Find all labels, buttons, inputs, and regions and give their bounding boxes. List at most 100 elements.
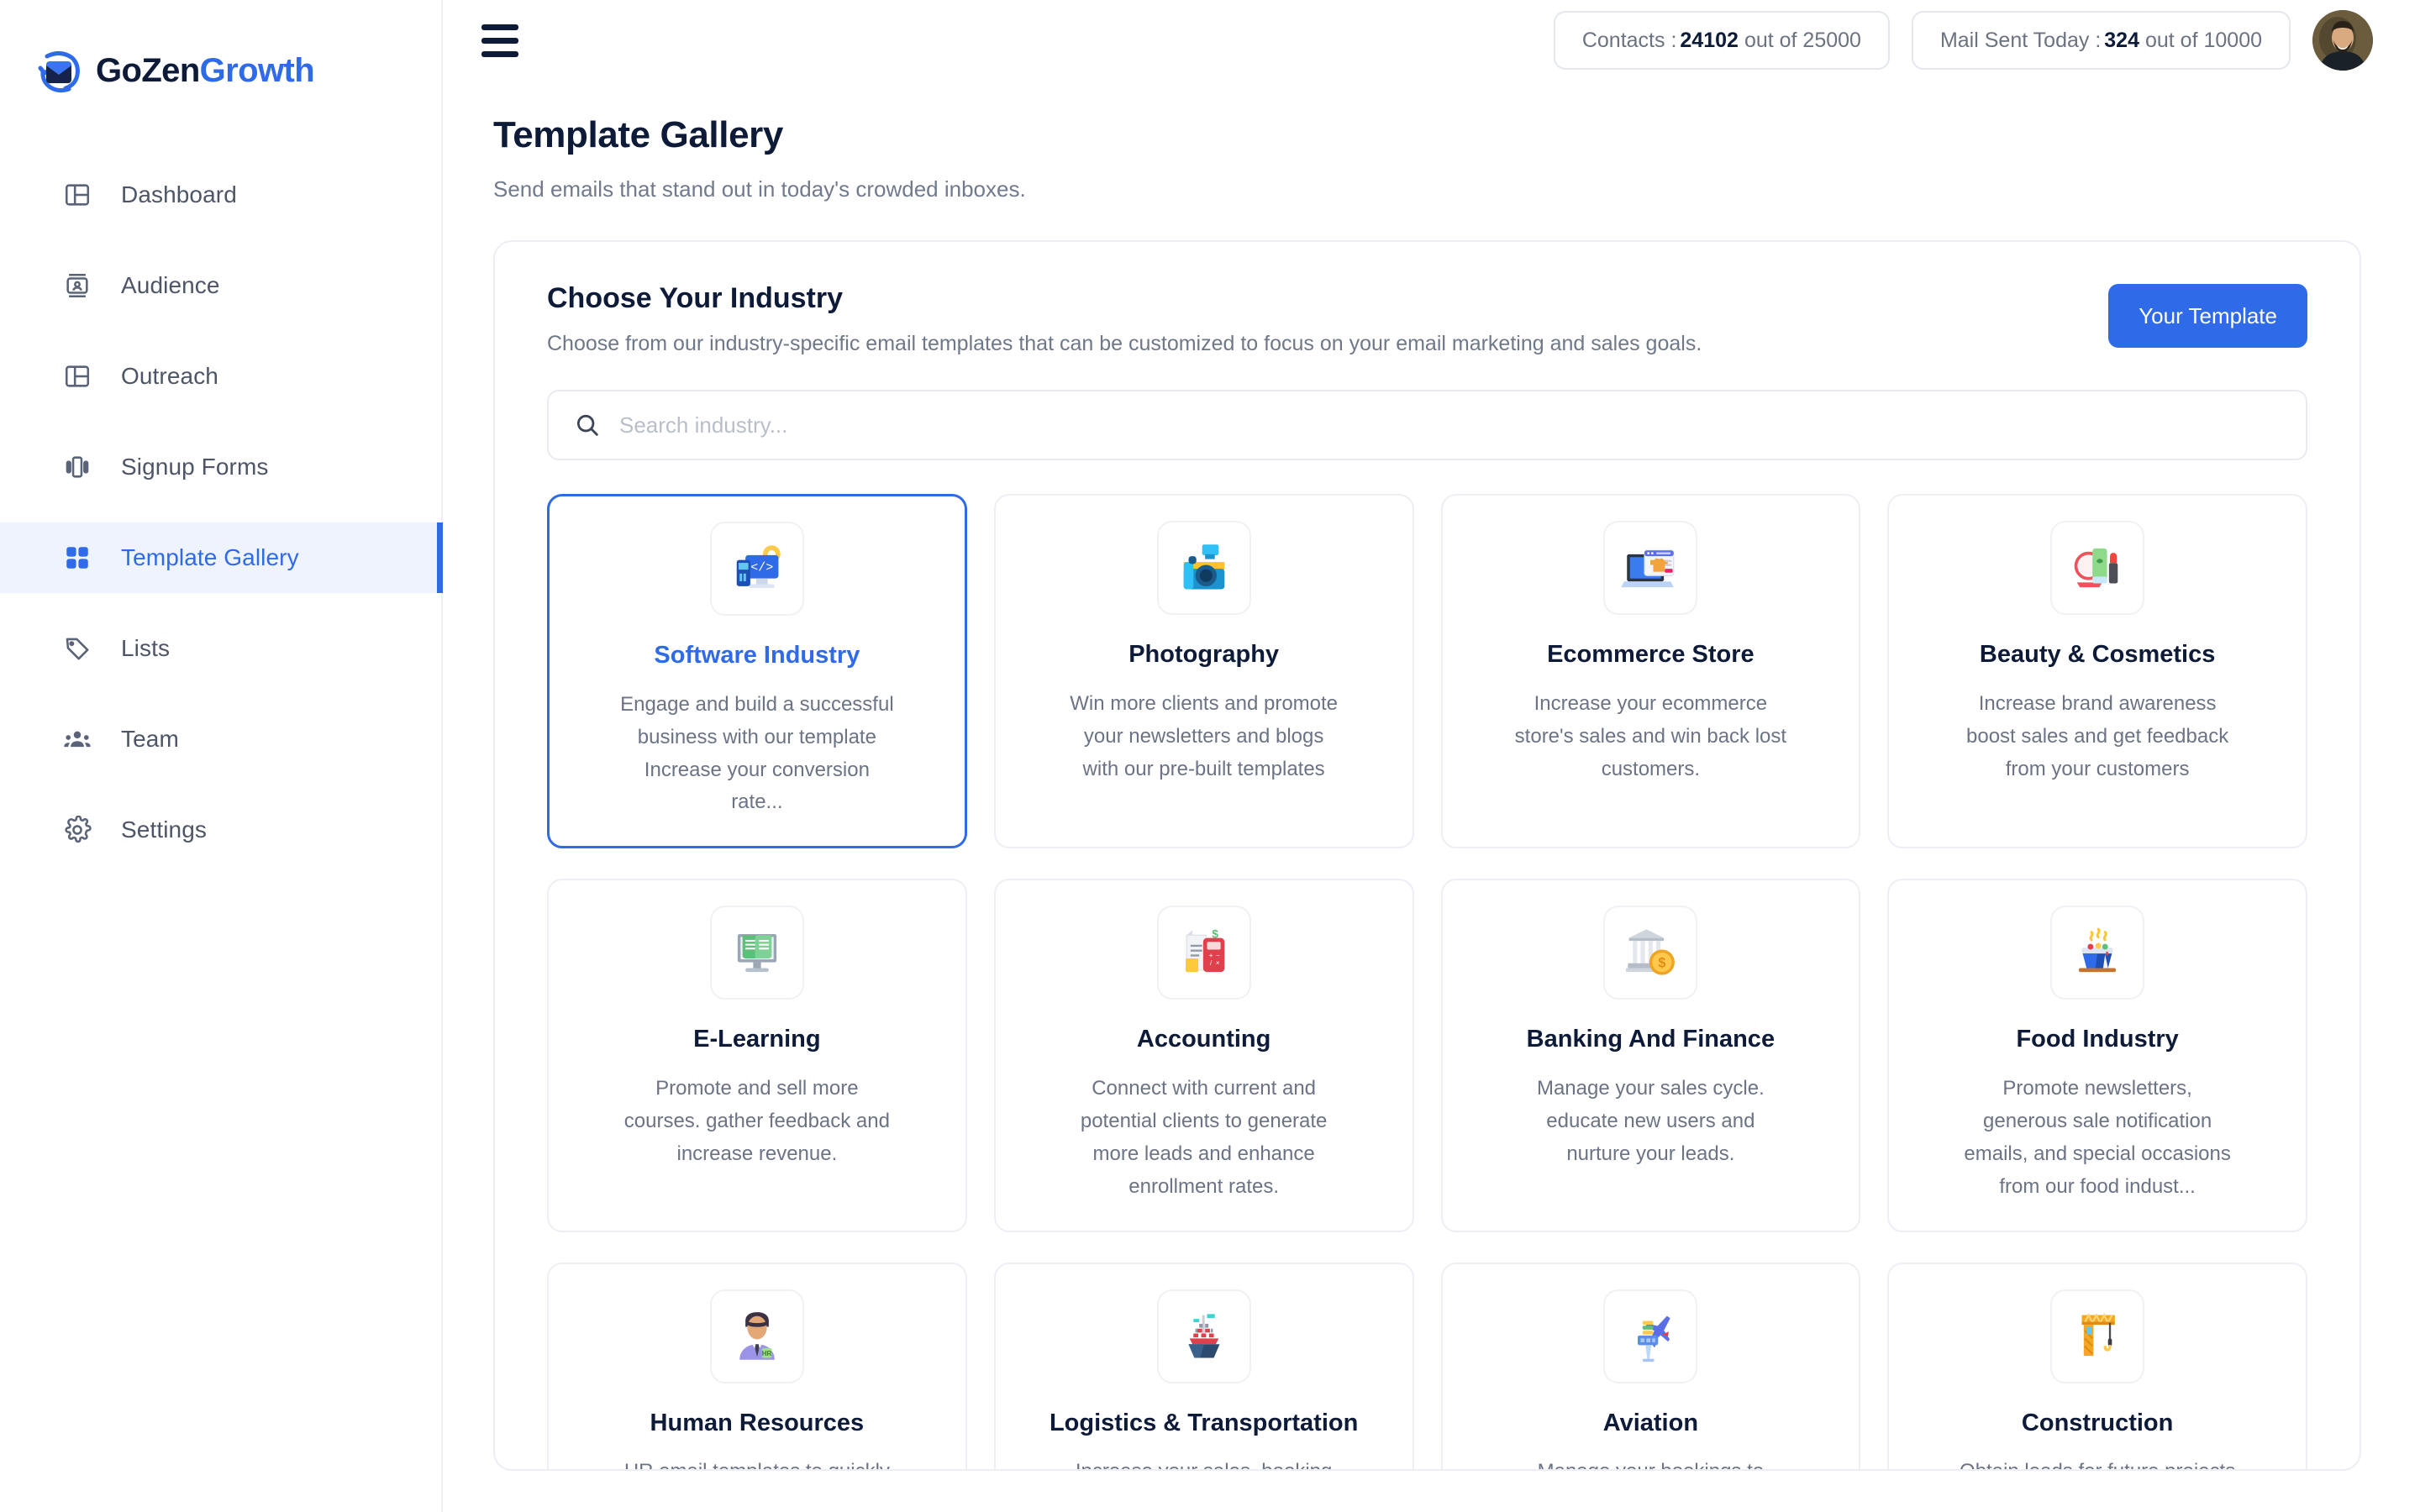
industry-card-description: Engage and build a successful business w… <box>618 689 896 820</box>
svg-text:×: × <box>1215 959 1219 967</box>
industry-card-title: Accounting <box>1137 1025 1271 1054</box>
contacts-stat-pill: Contacts : 24102 out of 25000 <box>1554 11 1890 70</box>
sidebar-item-audience[interactable]: Audience <box>0 250 441 321</box>
page-header: Template Gallery Send emails that stand … <box>443 81 2420 202</box>
your-template-button[interactable]: Your Template <box>2108 284 2307 348</box>
industry-card-human-resources[interactable]: HR Human Resources HR email templates to… <box>547 1263 967 1471</box>
brand-name-part2: Growth <box>200 52 314 89</box>
topbar-right-group: Contacts : 24102 out of 25000 Mail Sent … <box>1554 10 2373 71</box>
sidebar-item-label: Team <box>121 726 179 753</box>
sidebar-item-outreach[interactable]: Outreach <box>0 341 441 412</box>
sidebar: GoZenGrowth Dashboard <box>0 0 443 1512</box>
industry-card-title: E-Learning <box>693 1025 820 1054</box>
cargo-ship-icon <box>1157 1289 1251 1383</box>
top-bar: Contacts : 24102 out of 25000 Mail Sent … <box>443 0 2420 81</box>
sidebar-item-label: Signup Forms <box>121 454 269 480</box>
industry-panel: Choose Your Industry Choose from our ind… <box>493 240 2361 1471</box>
search-input[interactable] <box>619 412 2281 438</box>
industry-card-description: Increase your ecommerce store's sales an… <box>1512 688 1789 786</box>
mail-sent-value: 324 <box>2104 29 2139 53</box>
crane-icon <box>2050 1289 2144 1383</box>
industry-card-description: HR email templates to quickly move <box>618 1456 896 1471</box>
main-content: Contacts : 24102 out of 25000 Mail Sent … <box>443 0 2420 1512</box>
industry-card-description: Manage your bookings to increase <box>1512 1456 1789 1471</box>
brand-logo[interactable]: GoZenGrowth <box>0 0 441 101</box>
page-subtitle: Send emails that stand out in today's cr… <box>493 176 2420 202</box>
sidebar-item-label: Dashboard <box>121 181 237 208</box>
carousel-icon <box>60 450 94 484</box>
mail-sent-stat-pill: Mail Sent Today : 324 out of 10000 <box>1912 11 2291 70</box>
contacts-label: Contacts : <box>1582 29 1677 53</box>
sidebar-item-settings[interactable]: Settings <box>0 795 441 865</box>
sidebar-item-dashboard[interactable]: Dashboard <box>0 160 441 230</box>
layout-panel-icon <box>60 178 94 212</box>
industry-card-banking-and-finance[interactable]: $ Banking And Finance Manage your sales … <box>1441 879 1861 1231</box>
svg-text:$: $ <box>1659 956 1666 971</box>
sidebar-nav: Dashboard Audience <box>0 160 441 865</box>
grid-squares-icon <box>60 541 94 575</box>
app-root: GoZenGrowth Dashboard <box>0 0 2420 1512</box>
industry-card-photography[interactable]: Photography Win more clients and promote… <box>994 494 1414 848</box>
industry-card-description: Promote newsletters, generous sale notif… <box>1959 1073 2236 1204</box>
book-monitor-icon <box>710 906 804 1000</box>
sidebar-item-label: Lists <box>121 635 170 662</box>
tag-icon <box>60 632 94 665</box>
camera-icon <box>1157 521 1251 615</box>
hamburger-icon[interactable] <box>481 18 525 62</box>
industry-card-description: Promote and sell more courses. gather fe… <box>618 1073 896 1171</box>
user-avatar-image <box>2312 10 2373 71</box>
bank-coin-icon: $ <box>1603 906 1697 1000</box>
sidebar-item-team[interactable]: Team <box>0 704 441 774</box>
sidebar-item-label: Settings <box>121 816 207 843</box>
search-icon <box>574 412 601 438</box>
brand-name-part1: GoZen <box>96 52 200 89</box>
sidebar-item-template-gallery[interactable]: Template Gallery <box>0 522 441 593</box>
industry-grid: </> Software Industry Engage and build a… <box>547 494 2307 1471</box>
cooking-pot-icon <box>2050 906 2144 1000</box>
panel-title: Choose Your Industry <box>547 282 1702 315</box>
industry-card-description: Connect with current and potential clien… <box>1065 1073 1343 1204</box>
airplane-tower-icon <box>1603 1289 1697 1383</box>
sidebar-item-lists[interactable]: Lists <box>0 613 441 684</box>
svg-text:</>: </> <box>750 559 773 575</box>
industry-card-title: Aviation <box>1603 1409 1698 1438</box>
industry-card-e-learning[interactable]: E-Learning Promote and sell more courses… <box>547 879 967 1231</box>
mail-sent-label: Mail Sent Today : <box>1940 29 2101 53</box>
industry-card-beauty-cosmetics[interactable]: Beauty & Cosmetics Increase brand awaren… <box>1887 494 2307 848</box>
contact-card-icon <box>60 269 94 302</box>
industry-card-ecommerce-store[interactable]: Ecommerce Store Increase your ecommerce … <box>1441 494 1861 848</box>
envelope-refresh-icon <box>35 46 84 95</box>
avatar[interactable] <box>2312 10 2373 71</box>
industry-card-food-industry[interactable]: Food Industry Promote newsletters, gener… <box>1887 879 2307 1231</box>
cosmetics-icon <box>2050 521 2144 615</box>
sidebar-item-label: Template Gallery <box>121 544 299 571</box>
brand-name: GoZenGrowth <box>96 52 314 90</box>
industry-card-title: Ecommerce Store <box>1547 640 1754 669</box>
industry-card-description: Win more clients and promote your newsle… <box>1065 688 1343 786</box>
industry-card-software-industry[interactable]: </> Software Industry Engage and build a… <box>547 494 967 848</box>
industry-card-logistics-transportation[interactable]: Logistics & Transportation Increase your… <box>994 1263 1414 1471</box>
panel-header: Choose Your Industry Choose from our ind… <box>547 282 2307 356</box>
sidebar-item-label: Outreach <box>121 363 218 390</box>
industry-card-description: Obtain leads for future projects and <box>1959 1456 2236 1471</box>
search-industry-box[interactable] <box>547 390 2307 460</box>
industry-card-description: Manage your sales cycle. educate new use… <box>1512 1073 1789 1171</box>
gear-icon <box>60 813 94 847</box>
industry-card-title: Banking And Finance <box>1527 1025 1775 1054</box>
industry-card-title: Logistics & Transportation <box>1050 1409 1358 1438</box>
industry-card-title: Construction <box>2022 1409 2173 1438</box>
industry-card-title: Software Industry <box>654 641 860 670</box>
panel-subtitle: Choose from our industry-specific email … <box>547 332 1702 356</box>
industry-card-description: Increase your sales, booking rates, <box>1065 1456 1343 1471</box>
calculator-icon: $ +− /× <box>1157 906 1251 1000</box>
svg-text:HR: HR <box>762 1350 772 1357</box>
online-shop-icon <box>1603 521 1697 615</box>
industry-card-construction[interactable]: Construction Obtain leads for future pro… <box>1887 1263 2307 1471</box>
industry-card-accounting[interactable]: $ +− /× Accounting Connect with current … <box>994 879 1414 1231</box>
industry-card-title: Food Industry <box>2016 1025 2178 1054</box>
svg-text:−: − <box>1215 952 1219 959</box>
sidebar-item-signup-forms[interactable]: Signup Forms <box>0 432 441 502</box>
code-monitor-icon: </> <box>710 522 804 616</box>
mail-sent-suffix: out of 10000 <box>2145 29 2262 53</box>
industry-card-aviation[interactable]: Aviation Manage your bookings to increas… <box>1441 1263 1861 1471</box>
